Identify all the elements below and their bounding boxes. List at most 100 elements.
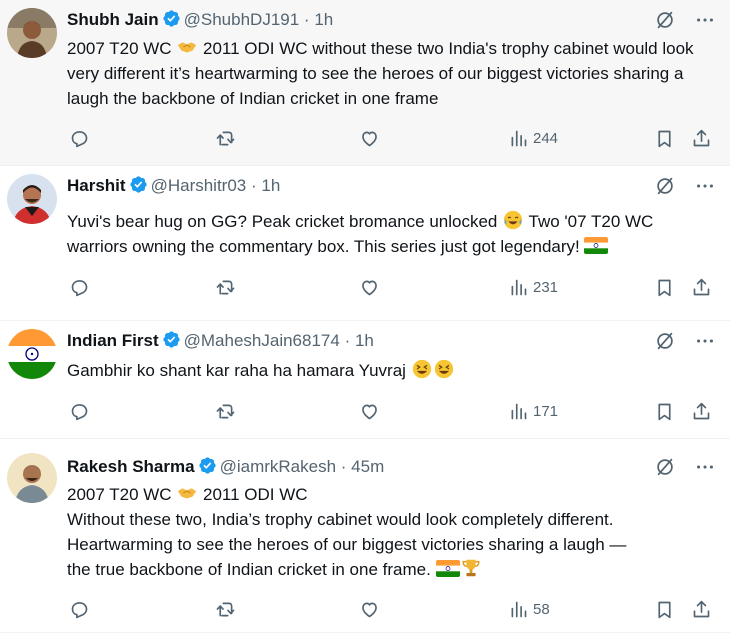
tweet-header: Harshit @Harshitr03 · 1h: [67, 175, 280, 197]
more-icon[interactable]: [694, 175, 716, 197]
more-icon[interactable]: [694, 330, 716, 352]
verified-badge-icon: [129, 176, 147, 193]
author-name[interactable]: Rakesh Sharma: [67, 457, 195, 476]
bookmark-button[interactable]: [654, 126, 675, 150]
grok-icon[interactable]: [654, 456, 676, 478]
like-button[interactable]: [359, 275, 380, 299]
reply-button[interactable]: [69, 399, 90, 423]
more-icon[interactable]: [694, 9, 716, 31]
reply-icon: [71, 601, 88, 618]
author-handle[interactable]: @Harshitr03: [151, 176, 247, 195]
views-button[interactable]: 58: [508, 597, 550, 621]
tweet-header: Rakesh Sharma @iamrkRakesh · 45m: [67, 456, 384, 478]
share-button[interactable]: [691, 399, 712, 423]
timeline-feed: Shubh Jain @ShubhDJ191 · 1h 2007 T20 WC 2…: [0, 0, 730, 633]
tweet-text: 2007 T20 WC 2011 ODI WC Without these tw…: [67, 482, 717, 582]
india-flag-icon: [435, 560, 460, 577]
grok-icon[interactable]: [654, 330, 676, 352]
share-icon: [693, 402, 710, 419]
retweet-button[interactable]: [215, 399, 236, 423]
more-icon[interactable]: [694, 456, 716, 478]
retweet-button[interactable]: [215, 597, 236, 621]
grinning-squinting-emoji-icon: [434, 359, 453, 379]
share-button[interactable]: [691, 275, 712, 299]
retweet-icon: [216, 602, 235, 616]
author-handle[interactable]: @MaheshJain68174: [184, 331, 340, 350]
views-count: 171: [533, 402, 559, 420]
tweet-text-part: Yuvi's bear hug on GG? Peak cricket brom…: [67, 212, 503, 231]
tweet-card[interactable]: Indian First @MaheshJain68174 · 1h Gambhi…: [0, 321, 730, 439]
views-count: 244: [533, 129, 559, 147]
avatar[interactable]: [7, 8, 57, 58]
bookmark-icon: [658, 279, 671, 296]
avatar[interactable]: [7, 174, 57, 224]
timestamp[interactable]: 45m: [351, 457, 384, 476]
views-icon: [511, 403, 527, 419]
like-icon: [362, 602, 377, 617]
retweet-icon: [216, 404, 235, 418]
verified-badge-icon: [163, 331, 180, 348]
views-button[interactable]: 231: [508, 275, 558, 299]
tweet-text: Gambhir ko shant kar raha ha hamara Yuvr…: [67, 358, 717, 383]
reply-button[interactable]: [69, 126, 90, 150]
timestamp[interactable]: 1h: [314, 10, 333, 29]
views-count: 231: [533, 278, 559, 296]
share-button[interactable]: [691, 597, 712, 621]
tweet-text-line: Without these two, India’s trophy cabine…: [67, 510, 614, 529]
author-name[interactable]: Shubh Jain: [67, 10, 159, 29]
avatar[interactable]: [7, 329, 57, 379]
bookmark-button[interactable]: [654, 597, 675, 621]
like-button[interactable]: [359, 597, 380, 621]
like-button[interactable]: [359, 126, 380, 150]
tweet-card[interactable]: Shubh Jain @ShubhDJ191 · 1h 2007 T20 WC 2…: [0, 0, 730, 166]
handshake-emoji-icon: [178, 42, 197, 53]
share-button[interactable]: [691, 126, 712, 150]
author-handle[interactable]: @ShubhDJ191: [184, 10, 300, 29]
bookmark-icon: [658, 403, 671, 420]
grok-icon[interactable]: [654, 175, 676, 197]
tweet-header: Indian First @MaheshJain68174 · 1h: [67, 330, 374, 352]
reply-button[interactable]: [69, 597, 90, 621]
timestamp[interactable]: 1h: [355, 331, 374, 350]
views-icon: [511, 279, 527, 295]
bookmark-button[interactable]: [654, 275, 675, 299]
author-name[interactable]: Harshit: [67, 176, 126, 195]
tweet-text: 2007 T20 WC 2011 ODI WC without these tw…: [67, 36, 717, 111]
tweet-action-bar: 244: [67, 126, 716, 150]
views-button[interactable]: 171: [508, 399, 558, 423]
tweet-header: Shubh Jain @ShubhDJ191 · 1h: [67, 9, 333, 31]
author-name[interactable]: Indian First: [67, 331, 159, 350]
retweet-icon: [216, 131, 235, 145]
reply-button[interactable]: [69, 275, 90, 299]
share-icon: [693, 129, 710, 146]
tweet-text-part: 2007 T20 WC: [67, 485, 177, 504]
timestamp[interactable]: 1h: [261, 176, 280, 195]
retweet-button[interactable]: [215, 126, 236, 150]
author-handle[interactable]: @iamrkRakesh: [220, 457, 336, 476]
separator: ·: [303, 10, 310, 29]
views-button[interactable]: 244: [508, 126, 558, 150]
tweet-top-actions: [654, 9, 716, 31]
tweet-top-actions: [654, 175, 716, 197]
tweet-top-actions: [654, 330, 716, 352]
bookmark-button[interactable]: [654, 399, 675, 423]
retweet-button[interactable]: [215, 275, 236, 299]
tweet-card[interactable]: Harshit @Harshitr03 · 1h Yuvi's bear hug …: [0, 166, 730, 321]
tweet-card[interactable]: Rakesh Sharma @iamrkRakesh · 45m 2007 T20…: [0, 439, 730, 633]
like-button[interactable]: [359, 399, 380, 423]
tweet-text-part: 2011 ODI WC: [198, 485, 308, 504]
grok-icon[interactable]: [654, 9, 676, 31]
like-icon: [362, 131, 377, 146]
share-icon: [693, 278, 710, 295]
views-count: 58: [533, 600, 550, 618]
grinning-squinting-emoji-icon: [412, 359, 431, 379]
trophy-emoji-icon: [462, 559, 480, 577]
like-icon: [362, 404, 377, 419]
reply-icon: [71, 403, 88, 420]
views-icon: [511, 130, 527, 146]
india-flag-icon: [584, 237, 609, 254]
tears-of-joy-emoji-icon: [503, 210, 523, 230]
verified-badge-icon: [163, 10, 180, 27]
share-icon: [693, 600, 710, 617]
avatar[interactable]: [7, 453, 57, 503]
